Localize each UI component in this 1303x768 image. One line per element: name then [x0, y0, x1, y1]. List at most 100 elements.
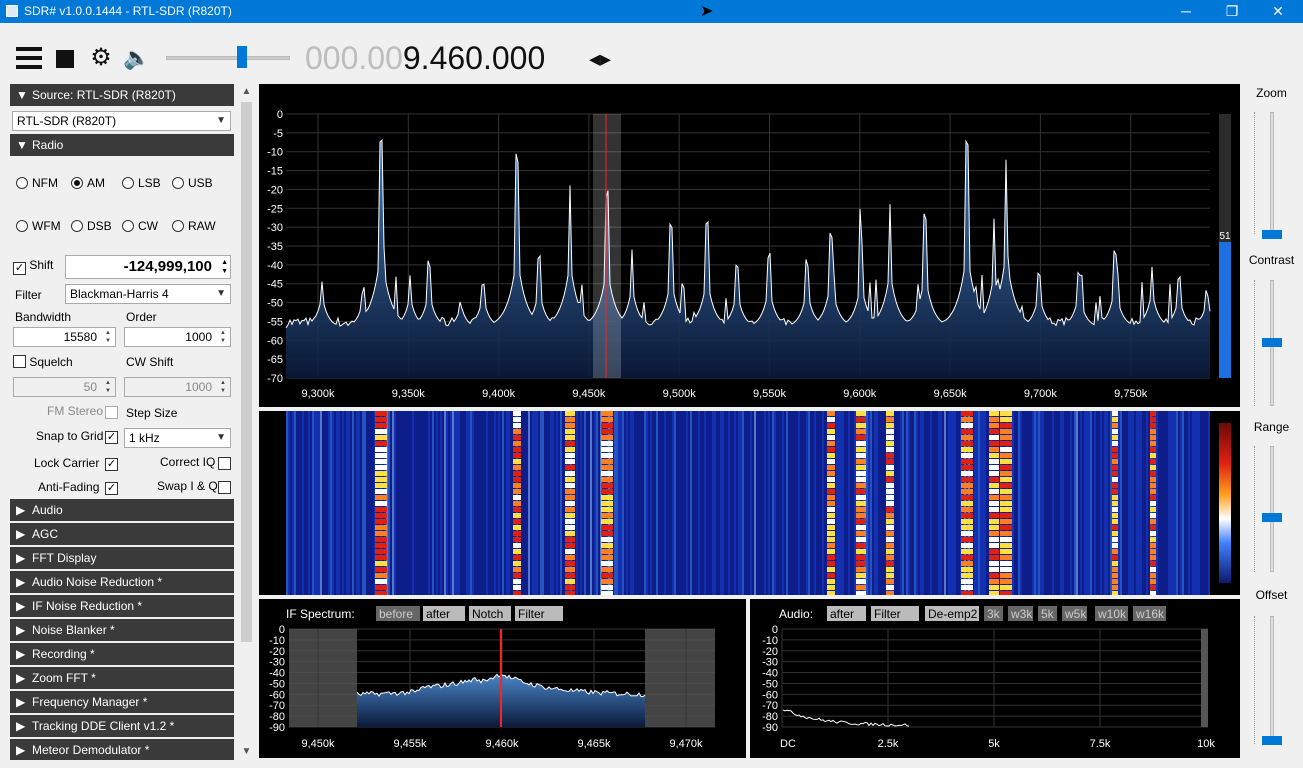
mode-radio-raw[interactable]: RAW: [172, 219, 216, 233]
source-device-select[interactable]: RTL-SDR (R820T) ▼: [12, 111, 231, 131]
correct-iq-checkbox[interactable]: [218, 457, 231, 470]
close-button[interactable]: ✕: [1255, 0, 1301, 23]
volume-slider-thumb[interactable]: [237, 46, 247, 68]
mode-label: DSB: [87, 219, 112, 233]
radio-dot[interactable]: [122, 177, 134, 189]
waterfall-column: [1060, 411, 1062, 595]
anti-fading-checkbox[interactable]: ✓: [105, 482, 118, 495]
radio-dot[interactable]: [172, 177, 184, 189]
shift-input[interactable]: -124,999,100 ▲ ▼: [65, 255, 231, 279]
left-panel-scrollbar[interactable]: ▲ ▼: [238, 84, 255, 760]
spin-arrows-icon[interactable]: ▲ ▼: [102, 329, 114, 345]
frequency-active-digits[interactable]: 9.460.000: [403, 40, 545, 76]
swap-iq-checkbox[interactable]: [218, 481, 231, 494]
radio-dot-selected[interactable]: [71, 177, 83, 189]
radio-section-header[interactable]: ▼ Radio: [10, 134, 234, 156]
section-header-collapsed[interactable]: ▶ AGC: [10, 523, 234, 545]
source-section-header[interactable]: ▼ Source: RTL-SDR (R820T): [10, 84, 234, 106]
frequency-display[interactable]: 000.009.460.000: [305, 40, 545, 77]
waterfall-signal: [1000, 459, 1012, 464]
waterfall-column: [1040, 411, 1042, 595]
mode-radio-nfm[interactable]: NFM: [16, 176, 58, 190]
squelch-checkbox-row[interactable]: Squelch: [13, 355, 73, 369]
step-size-select[interactable]: 1 kHz ▼: [124, 428, 231, 448]
if-spectrum-panel[interactable]: IF Spectrum: before after Notch Filter 0 -10 -2…: [259, 599, 746, 758]
section-header-collapsed[interactable]: ▶ Tracking DDE Client v1.2 *: [10, 715, 234, 737]
waterfall-signal: [601, 489, 613, 494]
waterfall-signal: [601, 459, 613, 464]
mode-radio-dsb[interactable]: DSB: [71, 219, 112, 233]
volume-slider[interactable]: [166, 56, 290, 60]
speaker-icon[interactable]: 🔈: [123, 44, 151, 72]
menu-icon[interactable]: [16, 47, 42, 69]
mode-radio-lsb[interactable]: LSB: [122, 176, 161, 190]
squelch-checkbox[interactable]: [13, 355, 26, 368]
section-header-collapsed[interactable]: ▶ Zoom FFT *: [10, 667, 234, 689]
fm-stereo-checkbox[interactable]: [105, 406, 118, 419]
radio-dot[interactable]: [71, 220, 83, 232]
spin-arrows-icon[interactable]: ▲ ▼: [217, 329, 229, 345]
spin-arrows-icon[interactable]: ▲ ▼: [102, 379, 114, 395]
order-input[interactable]: 1000 ▲ ▼: [124, 327, 231, 347]
waterfall-signal: [856, 501, 866, 506]
shift-checkbox-row[interactable]: ✓ Shift: [13, 258, 53, 275]
lock-carrier-checkbox[interactable]: ✓: [105, 458, 118, 471]
filter-select[interactable]: Blackman-Harris 4 ▼: [65, 284, 231, 304]
waterfall-signal: [513, 447, 521, 452]
frequency-arrows-icon[interactable]: ◂▸: [589, 46, 611, 72]
section-header-collapsed[interactable]: ▶ Audio Noise Reduction *: [10, 571, 234, 593]
mode-radio-am[interactable]: AM: [71, 176, 105, 190]
stop-icon[interactable]: [56, 50, 74, 68]
scroll-up-icon[interactable]: ▲: [238, 84, 255, 100]
section-header-collapsed[interactable]: ▶ FFT Display: [10, 547, 234, 569]
zoom-slider[interactable]: [1270, 112, 1274, 234]
section-header-collapsed[interactable]: ▶ Recording *: [10, 643, 234, 665]
radio-dot[interactable]: [122, 220, 134, 232]
waterfall-signal: [1000, 471, 1012, 476]
bandwidth-input[interactable]: 15580 ▲ ▼: [13, 327, 116, 347]
section-header-collapsed[interactable]: ▶ Meteor Demodulator *: [10, 739, 234, 760]
radio-dot[interactable]: [16, 177, 28, 189]
frequency-leading-digits[interactable]: 000.00: [305, 40, 403, 76]
radio-dot[interactable]: [172, 220, 184, 232]
radio-dot[interactable]: [16, 220, 28, 232]
spin-arrows-icon[interactable]: ▲ ▼: [217, 379, 229, 395]
waterfall-signal: [1150, 561, 1156, 566]
section-header-collapsed[interactable]: ▶ Noise Blanker *: [10, 619, 234, 641]
mode-radio-cw[interactable]: CW: [122, 219, 158, 233]
waterfall-signal: [1112, 435, 1118, 440]
section-header-collapsed[interactable]: ▶ Frequency Manager *: [10, 691, 234, 713]
offset-slider[interactable]: [1270, 616, 1274, 744]
zoom-slider-thumb[interactable]: [1262, 230, 1282, 239]
scroll-down-icon[interactable]: ▼: [238, 744, 255, 760]
if-spectrum-label: IF Spectrum:: [286, 607, 355, 621]
audio-spectrum-panel[interactable]: Audio: after Filter De-emp2 3k w3k 5k w5k w10k w1…: [750, 599, 1240, 758]
scrollbar-thumb[interactable]: [241, 102, 252, 642]
contrast-slider-thumb[interactable]: [1262, 338, 1282, 347]
spectrum-analyzer[interactable]: 0 -5 -10 -15 -20 -25 -30 -35 -40 -45 -50 -55 -60 -65 -…: [259, 84, 1240, 407]
waterfall-column: [1120, 411, 1122, 595]
spin-arrows-icon[interactable]: ▲ ▼: [221, 258, 228, 276]
offset-slider-thumb[interactable]: [1262, 736, 1282, 745]
mode-radio-usb[interactable]: USB: [172, 176, 213, 190]
snap-to-grid-checkbox[interactable]: ✓: [105, 431, 118, 444]
settings-gear-icon[interactable]: ⚙: [87, 44, 115, 72]
filter-passband[interactable]: [593, 114, 621, 378]
range-slider-thumb[interactable]: [1262, 513, 1282, 522]
waterfall-column: [314, 411, 316, 595]
squelch-input[interactable]: 50 ▲ ▼: [13, 377, 116, 397]
range-slider[interactable]: [1270, 446, 1274, 572]
cw-shift-input[interactable]: 1000 ▲ ▼: [124, 377, 231, 397]
minimize-button[interactable]: ─: [1163, 0, 1209, 23]
waterfall-signal: [601, 447, 613, 452]
shift-checkbox[interactable]: ✓: [13, 262, 26, 275]
waterfall-signal: [989, 417, 999, 422]
section-header-collapsed[interactable]: ▶ IF Noise Reduction *: [10, 595, 234, 617]
waterfall-display[interactable]: [259, 411, 1240, 596]
waterfall-column: [1104, 411, 1106, 595]
waterfall-column: [914, 411, 916, 595]
section-header-collapsed[interactable]: ▶ Audio: [10, 499, 234, 521]
maximize-button[interactable]: ❐: [1209, 0, 1255, 23]
mode-radio-wfm[interactable]: WFM: [16, 219, 61, 233]
offset-ticks: [1254, 616, 1256, 744]
